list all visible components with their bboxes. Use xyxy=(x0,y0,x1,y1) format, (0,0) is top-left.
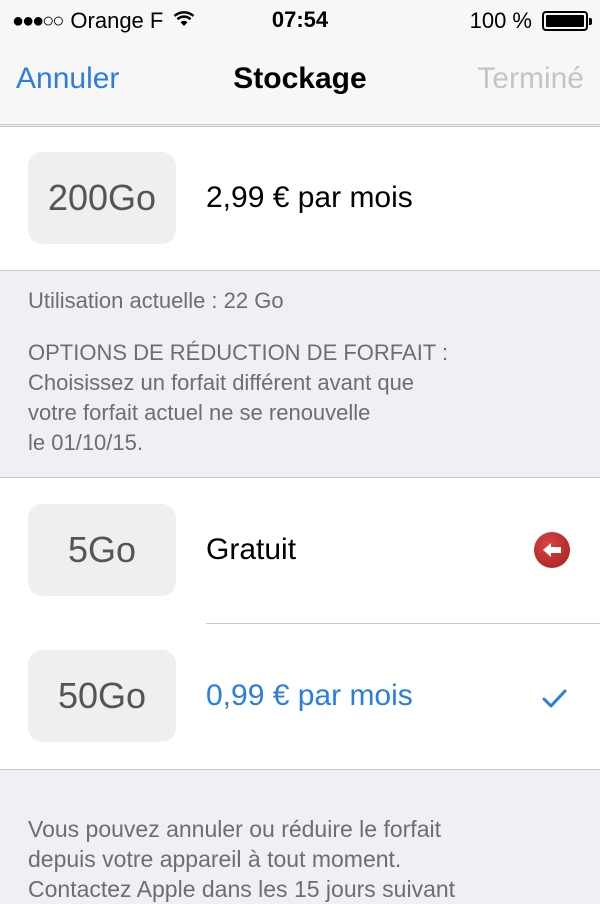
status-right: 100 % xyxy=(469,8,592,34)
status-bar: ●●●○○ Orange F 07:54 100 % xyxy=(0,0,600,40)
done-button[interactable]: Terminé xyxy=(477,62,584,96)
battery-level xyxy=(546,15,584,27)
navigation-bar: Annuler Stockage Terminé xyxy=(0,40,600,125)
footer-line: depuis votre appareil à tout moment. xyxy=(28,846,402,872)
downgrade-line: votre forfait actuel ne se renouvelle xyxy=(28,400,371,425)
footer-line: Vous pouvez annuler ou réduire le forfai… xyxy=(28,816,441,842)
plan-price: 0,99 € par mois xyxy=(206,679,413,712)
current-plan-size-tile: 200Go xyxy=(28,152,176,244)
downgrade-options-text: OPTIONS DE RÉDUCTION DE FORFAIT : Choisi… xyxy=(28,338,580,458)
battery-icon xyxy=(542,11,592,31)
checkmark-icon xyxy=(538,682,570,714)
downgrade-line: le 01/10/15. xyxy=(28,430,143,455)
current-plan-price: 2,99 € par mois xyxy=(206,181,413,214)
delete-plan-icon[interactable] xyxy=(534,532,570,568)
footer-text: Vous pouvez annuler ou réduire le forfai… xyxy=(28,814,580,904)
plan-size-tile: 50Go xyxy=(28,650,176,742)
downgrade-line: Choisissez un forfait différent avant qu… xyxy=(28,370,415,395)
downgrade-line: OPTIONS DE RÉDUCTION DE FORFAIT : xyxy=(28,340,449,365)
plan-price: Gratuit xyxy=(206,533,297,566)
plan-size-tile: 5Go xyxy=(28,504,176,596)
row-separator xyxy=(206,623,600,624)
current-usage-text: Utilisation actuelle : 22 Go xyxy=(28,288,284,313)
plan-options-list: 5Go Gratuit 50Go 0,99 € par mois xyxy=(0,477,600,770)
current-plan-section: 200Go 2,99 € par mois xyxy=(0,126,600,271)
battery-percentage: 100 % xyxy=(469,8,532,33)
